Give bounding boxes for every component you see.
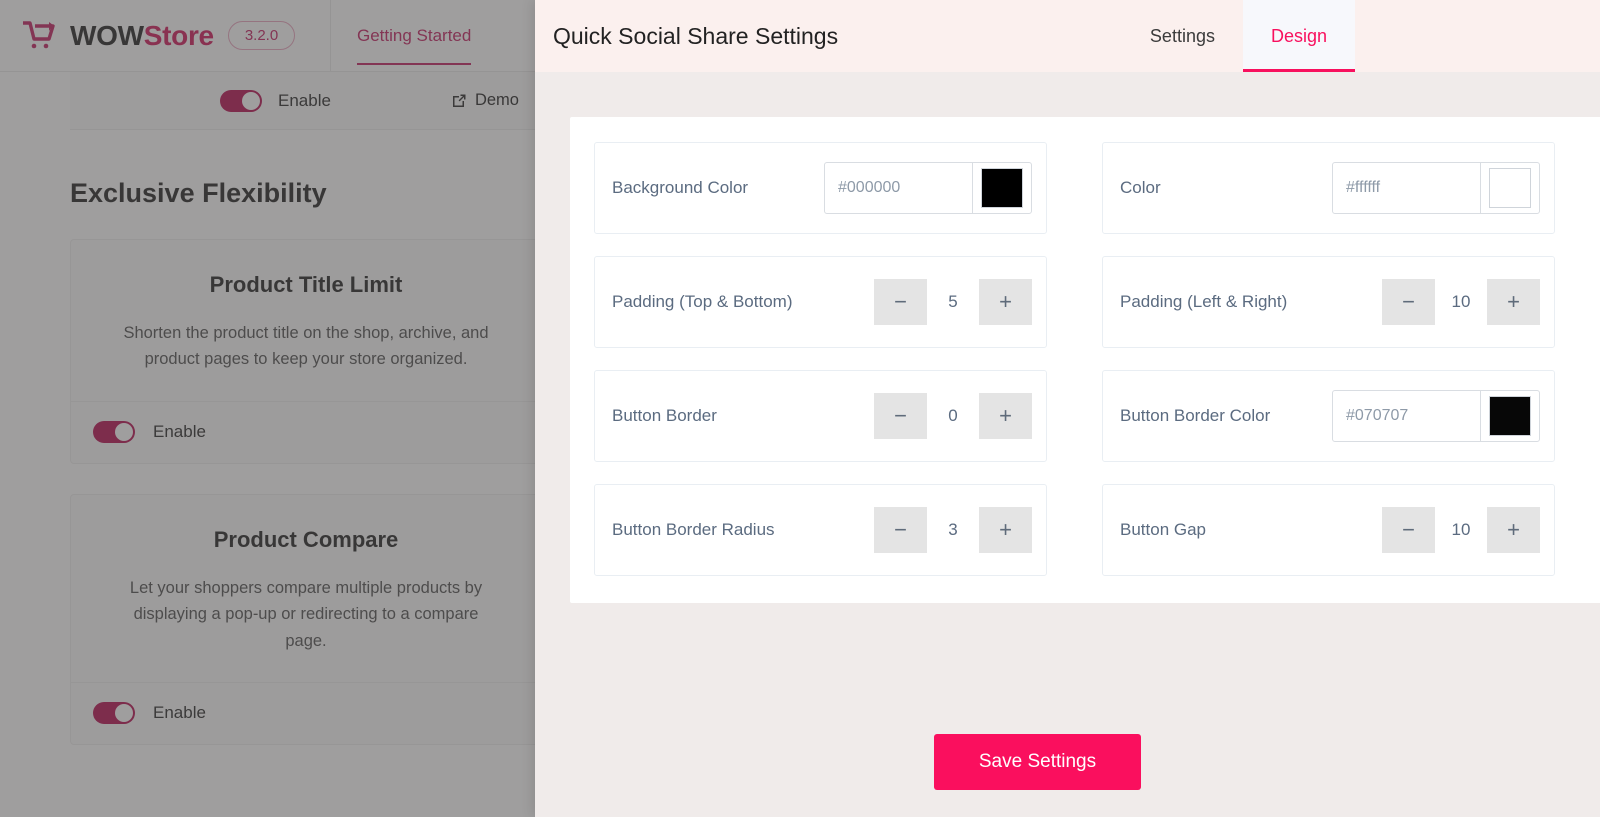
- stepper-value[interactable]: 3: [927, 507, 979, 553]
- field-button-border-color: Button Border Color #070707: [1102, 370, 1555, 462]
- color-swatch-wrap[interactable]: [1481, 163, 1539, 213]
- color-control[interactable]: #ffffff: [1332, 162, 1540, 214]
- stepper-decrement-button[interactable]: −: [874, 507, 927, 553]
- field-label: Background Color: [612, 178, 824, 198]
- color-swatch[interactable]: [1489, 396, 1531, 436]
- modal-body: Background Color #000000 Color #ffffff: [535, 72, 1600, 817]
- field-color: Color #ffffff: [1102, 142, 1555, 234]
- color-control[interactable]: #000000: [824, 162, 1032, 214]
- stepper-increment-button[interactable]: +: [979, 507, 1032, 553]
- stepper-increment-button[interactable]: +: [979, 279, 1032, 325]
- stepper-decrement-button[interactable]: −: [874, 393, 927, 439]
- modal-header: Quick Social Share Settings Settings Des…: [535, 0, 1600, 72]
- modal-footer: Save Settings: [535, 707, 1600, 817]
- color-value-input[interactable]: #ffffff: [1333, 163, 1481, 213]
- tab-settings[interactable]: Settings: [1122, 0, 1243, 72]
- field-button-gap: Button Gap − 10 +: [1102, 484, 1555, 576]
- color-swatch-wrap[interactable]: [973, 163, 1031, 213]
- stepper-decrement-button[interactable]: −: [1382, 279, 1435, 325]
- stepper-value[interactable]: 5: [927, 279, 979, 325]
- stepper: − 5 +: [874, 279, 1032, 325]
- stepper-value[interactable]: 10: [1435, 507, 1487, 553]
- color-swatch[interactable]: [981, 168, 1023, 208]
- color-swatch[interactable]: [1489, 168, 1531, 208]
- stepper-decrement-button[interactable]: −: [1382, 507, 1435, 553]
- design-fields-grid: Background Color #000000 Color #ffffff: [570, 142, 1600, 576]
- stepper-increment-button[interactable]: +: [1487, 507, 1540, 553]
- stepper: − 0 +: [874, 393, 1032, 439]
- field-label: Button Border Radius: [612, 520, 874, 540]
- stepper-increment-button[interactable]: +: [1487, 279, 1540, 325]
- design-settings-card: Background Color #000000 Color #ffffff: [570, 117, 1600, 603]
- color-value-input[interactable]: #000000: [825, 163, 973, 213]
- color-control[interactable]: #070707: [1332, 390, 1540, 442]
- field-label: Button Gap: [1120, 520, 1382, 540]
- stepper-value[interactable]: 0: [927, 393, 979, 439]
- field-label: Color: [1120, 178, 1332, 198]
- color-value-input[interactable]: #070707: [1333, 391, 1481, 441]
- field-padding-left-right: Padding (Left & Right) − 10 +: [1102, 256, 1555, 348]
- field-padding-top-bottom: Padding (Top & Bottom) − 5 +: [594, 256, 1047, 348]
- quick-social-share-settings-modal: Quick Social Share Settings Settings Des…: [535, 0, 1600, 817]
- stepper-value[interactable]: 10: [1435, 279, 1487, 325]
- stepper-increment-button[interactable]: +: [979, 393, 1032, 439]
- tab-settings-label: Settings: [1150, 26, 1215, 47]
- save-settings-button[interactable]: Save Settings: [934, 734, 1141, 790]
- field-label: Padding (Top & Bottom): [612, 292, 874, 312]
- field-button-border-radius: Button Border Radius − 3 +: [594, 484, 1047, 576]
- stepper-decrement-button[interactable]: −: [874, 279, 927, 325]
- tab-design-label: Design: [1271, 26, 1327, 47]
- color-swatch-wrap[interactable]: [1481, 391, 1539, 441]
- field-label: Button Border Color: [1120, 406, 1332, 426]
- field-background-color: Background Color #000000: [594, 142, 1047, 234]
- modal-title: Quick Social Share Settings: [535, 0, 1122, 72]
- field-button-border: Button Border − 0 +: [594, 370, 1047, 462]
- modal-tabs: Settings Design: [1122, 0, 1600, 72]
- stepper: − 10 +: [1382, 507, 1540, 553]
- stepper: − 10 +: [1382, 279, 1540, 325]
- stepper: − 3 +: [874, 507, 1032, 553]
- field-label: Padding (Left & Right): [1120, 292, 1382, 312]
- tab-design[interactable]: Design: [1243, 0, 1355, 72]
- field-label: Button Border: [612, 406, 874, 426]
